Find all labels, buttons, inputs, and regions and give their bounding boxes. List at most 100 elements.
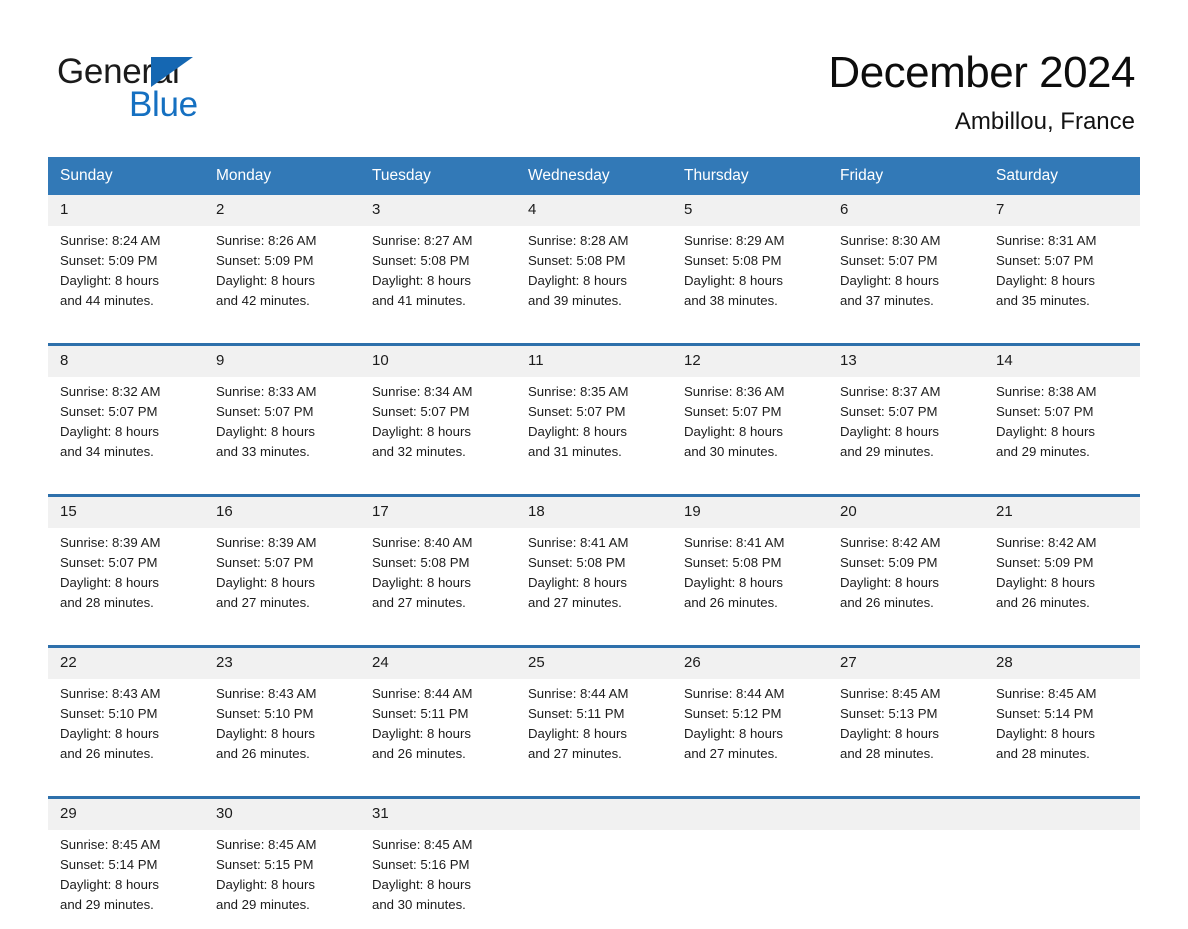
day-number: 13 [840,352,857,369]
daylight-text-line1: Daylight: 8 hours [996,273,1095,289]
day-number: 6 [840,201,849,218]
day-cell-14[interactable]: 14 [984,346,1140,377]
day-cell-23[interactable]: 23 [204,648,360,679]
page-header: General Blue December 2024 Ambillou, Fra… [0,0,1188,158]
daylight-text-line2: and 29 minutes. [216,897,310,913]
daylight-text-line2: and 26 minutes. [996,595,1090,611]
daylight-text-line2: and 42 minutes. [216,293,310,309]
day-cell-12[interactable]: 12 [672,346,828,377]
sunset-text: Sunset: 5:15 PM [216,857,314,873]
day-cell-4[interactable]: 4 [516,195,672,226]
day-cell-9[interactable]: 9 [204,346,360,377]
day-cell-empty-1 [516,799,672,830]
day-cell-15[interactable]: 15 [48,497,204,528]
daylight-text-line1: Daylight: 8 hours [216,424,315,440]
daylight-text-line1: Daylight: 8 hours [372,877,471,893]
sunrise-text: Sunrise: 8:28 AM [528,233,629,248]
day-number: 2 [216,201,225,218]
day-cell-28[interactable]: 28 [984,648,1140,679]
week-5-info-row: Sunrise: 8:45 AM Sunset: 5:14 PM Dayligh… [48,830,1140,929]
sunset-text: Sunset: 5:08 PM [372,555,470,571]
weekday-header-wednesday: Wednesday [516,157,672,195]
day-cell-31[interactable]: 31 [360,799,516,830]
sunrise-text: Sunrise: 8:41 AM [684,535,785,550]
day-cell-11[interactable]: 11 [516,346,672,377]
day-cell-5[interactable]: 5 [672,195,828,226]
sunset-text: Sunset: 5:07 PM [840,253,938,269]
day-info-14: Sunrise: 8:38 AM Sunset: 5:07 PM Dayligh… [984,377,1140,476]
day-number: 16 [216,503,233,520]
daylight-text-line2: and 26 minutes. [840,595,934,611]
day-number: 7 [996,201,1005,218]
day-number: 18 [528,503,545,520]
day-number: 31 [372,805,389,822]
daylight-text-line2: and 38 minutes. [684,293,778,309]
daylight-text-line1: Daylight: 8 hours [684,424,783,440]
day-cell-27[interactable]: 27 [828,648,984,679]
week-2-daynum-row: 8 9 10 11 12 13 14 [48,346,1140,377]
general-blue-logo[interactable]: General Blue [57,52,317,128]
sunrise-text: Sunrise: 8:45 AM [216,837,317,852]
location-subtitle: Ambillou, France [954,108,1135,135]
sunrise-text: Sunrise: 8:29 AM [684,233,785,248]
day-cell-8[interactable]: 8 [48,346,204,377]
day-info-27: Sunrise: 8:45 AM Sunset: 5:13 PM Dayligh… [828,679,984,778]
daylight-text-line2: and 30 minutes. [684,444,778,460]
sunset-text: Sunset: 5:09 PM [840,555,938,571]
sunset-text: Sunset: 5:07 PM [996,253,1094,269]
day-info-30: Sunrise: 8:45 AM Sunset: 5:15 PM Dayligh… [204,830,360,929]
day-cell-2[interactable]: 2 [204,195,360,226]
day-number: 23 [216,654,233,671]
sunset-text: Sunset: 5:07 PM [216,404,314,420]
day-cell-3[interactable]: 3 [360,195,516,226]
sunset-text: Sunset: 5:11 PM [528,706,625,722]
day-cell-13[interactable]: 13 [828,346,984,377]
daylight-text-line1: Daylight: 8 hours [528,575,627,591]
sunset-text: Sunset: 5:13 PM [840,706,938,722]
sunrise-text: Sunrise: 8:43 AM [216,686,317,701]
daylight-text-line1: Daylight: 8 hours [216,273,315,289]
day-number: 3 [372,201,381,218]
day-info-26: Sunrise: 8:44 AM Sunset: 5:12 PM Dayligh… [672,679,828,778]
day-info-1: Sunrise: 8:24 AM Sunset: 5:09 PM Dayligh… [48,226,204,325]
daylight-text-line2: and 30 minutes. [372,897,466,913]
day-cell-21[interactable]: 21 [984,497,1140,528]
sunrise-text: Sunrise: 8:37 AM [840,384,941,399]
daylight-text-line1: Daylight: 8 hours [216,575,315,591]
day-cell-1[interactable]: 1 [48,195,204,226]
day-cell-6[interactable]: 6 [828,195,984,226]
day-cell-29[interactable]: 29 [48,799,204,830]
day-number: 24 [372,654,389,671]
daylight-text-line1: Daylight: 8 hours [528,273,627,289]
day-cell-24[interactable]: 24 [360,648,516,679]
day-cell-19[interactable]: 19 [672,497,828,528]
day-cell-20[interactable]: 20 [828,497,984,528]
day-info-15: Sunrise: 8:39 AM Sunset: 5:07 PM Dayligh… [48,528,204,627]
calendar-header-row: Sunday Monday Tuesday Wednesday Thursday… [48,157,1140,195]
day-cell-7[interactable]: 7 [984,195,1140,226]
day-info-9: Sunrise: 8:33 AM Sunset: 5:07 PM Dayligh… [204,377,360,476]
day-number: 29 [60,805,77,822]
daylight-text-line1: Daylight: 8 hours [216,877,315,893]
daylight-text-line2: and 27 minutes. [372,595,466,611]
daylight-text-line1: Daylight: 8 hours [528,726,627,742]
day-info-8: Sunrise: 8:32 AM Sunset: 5:07 PM Dayligh… [48,377,204,476]
day-number: 4 [528,201,537,218]
week-4-info-row: Sunrise: 8:43 AM Sunset: 5:10 PM Dayligh… [48,679,1140,778]
week-4-daynum-row: 22 23 24 25 26 27 28 [48,648,1140,679]
day-cell-16[interactable]: 16 [204,497,360,528]
day-number: 5 [684,201,693,218]
weekday-header-thursday: Thursday [672,157,828,195]
sunrise-text: Sunrise: 8:45 AM [372,837,473,852]
day-cell-10[interactable]: 10 [360,346,516,377]
day-cell-26[interactable]: 26 [672,648,828,679]
day-cell-18[interactable]: 18 [516,497,672,528]
day-cell-17[interactable]: 17 [360,497,516,528]
day-info-6: Sunrise: 8:30 AM Sunset: 5:07 PM Dayligh… [828,226,984,325]
day-cell-22[interactable]: 22 [48,648,204,679]
day-info-empty-4 [984,830,1140,929]
day-cell-25[interactable]: 25 [516,648,672,679]
sunset-text: Sunset: 5:08 PM [372,253,470,269]
day-cell-empty-2 [672,799,828,830]
day-cell-30[interactable]: 30 [204,799,360,830]
